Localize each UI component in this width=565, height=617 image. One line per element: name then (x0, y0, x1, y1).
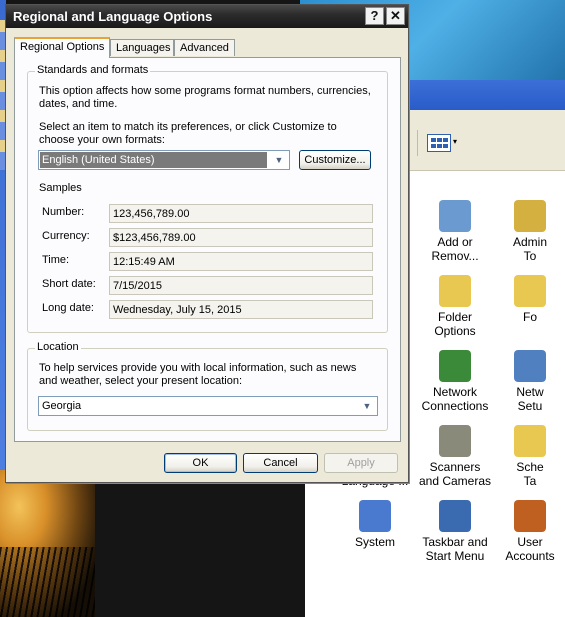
tab-regional-options[interactable]: Regional Options (14, 37, 110, 58)
control-panel-item-label: Admin To (512, 235, 547, 263)
sample-label-long-date: Long date: (42, 302, 94, 314)
control-panel-item-label: Taskbar and Start Menu (422, 535, 488, 563)
format-dropdown-value: English (United States) (42, 154, 155, 166)
admin-tools-icon (514, 200, 546, 232)
control-panel-item[interactable]: Admin To (492, 200, 565, 263)
toolbar-divider (417, 130, 418, 156)
standards-formats-group: Standards and formats This option affect… (27, 64, 388, 333)
location-description: To help services provide you with local … (39, 362, 357, 387)
close-button[interactable]: ✕ (386, 7, 405, 25)
scheduled-tasks-icon (514, 425, 546, 457)
add-remove-programs-icon (439, 200, 471, 232)
control-panel-item[interactable]: Folder Options (417, 275, 493, 338)
sample-short-date-field: 7/15/2015 (109, 276, 373, 295)
sample-currency-field: $123,456,789.00 (109, 228, 373, 247)
format-dropdown[interactable]: English (United States) ▼ (38, 150, 290, 170)
control-panel-item[interactable]: Network Connections (417, 350, 493, 413)
control-panel-item[interactable]: Sche Ta (492, 425, 565, 488)
cancel-button[interactable]: Cancel (243, 453, 318, 473)
scanners-cameras-icon (439, 425, 471, 457)
control-panel-item-label: Network Connections (421, 385, 489, 413)
regional-language-dialog: Regional and Language Options ? ✕ Region… (5, 4, 409, 483)
dialog-title: Regional and Language Options (13, 9, 213, 24)
control-panel-item-label: System (354, 535, 395, 549)
desktop-wallpaper-photo (0, 470, 95, 617)
chevron-down-icon[interactable]: ▼ (359, 398, 375, 414)
control-panel-item-label: Fo (522, 310, 537, 324)
sample-label-short-date: Short date: (42, 278, 96, 290)
control-panel-item[interactable]: Fo (492, 275, 565, 324)
control-panel-item[interactable]: System (337, 500, 413, 549)
control-panel-item[interactable]: Add or Remov... (417, 200, 493, 263)
system-icon (359, 500, 391, 532)
control-panel-item[interactable]: User Accounts (492, 500, 565, 563)
folder-options-icon (439, 275, 471, 307)
location-dropdown[interactable]: Georgia ▼ (38, 396, 378, 416)
control-panel-item-label: Scanners and Cameras (418, 460, 492, 488)
control-panel-item[interactable]: Scanners and Cameras (417, 425, 493, 488)
views-icon (427, 134, 451, 152)
network-connections-icon (439, 350, 471, 382)
dialog-titlebar[interactable]: Regional and Language Options ? ✕ (6, 5, 408, 28)
location-group-title: Location (35, 341, 81, 353)
location-group: Location To help services provide you wi… (27, 341, 388, 431)
regional-options-panel: Standards and formats This option affect… (14, 57, 401, 442)
samples-label: Samples (39, 182, 82, 194)
ok-button[interactable]: OK (164, 453, 237, 473)
control-panel-item-label: Sche Ta (516, 460, 544, 488)
customize-button[interactable]: Customize... (299, 150, 371, 170)
taskbar-start-menu-icon (439, 500, 471, 532)
sample-label-time: Time: (42, 254, 70, 266)
sample-label-currency: Currency: (42, 230, 90, 242)
location-dropdown-value: Georgia (42, 400, 82, 412)
help-button[interactable]: ? (365, 7, 384, 25)
control-panel-item[interactable]: Taskbar and Start Menu (417, 500, 493, 563)
chevron-down-icon: ▾ (453, 137, 458, 146)
tab-languages[interactable]: Languages (110, 39, 174, 56)
control-panel-item-label: Netw Setu (516, 385, 544, 413)
standards-description: This option affects how some programs fo… (39, 85, 371, 110)
fonts-folder-icon (514, 275, 546, 307)
sample-time-field: 12:15:49 AM (109, 252, 373, 271)
control-panel-item-label: User Accounts (505, 535, 555, 563)
network-setup-icon (514, 350, 546, 382)
sample-label-number: Number: (42, 206, 85, 218)
standards-group-title: Standards and formats (35, 64, 151, 76)
standards-select-prompt: Select an item to match its preferences,… (39, 121, 337, 146)
apply-button[interactable]: Apply (324, 453, 398, 473)
chevron-down-icon[interactable]: ▼ (271, 152, 287, 168)
user-accounts-icon (514, 500, 546, 532)
control-panel-item-label: Add or Remov... (431, 235, 479, 263)
sample-long-date-field: Wednesday, July 15, 2015 (109, 300, 373, 319)
views-button[interactable]: ▾ (423, 132, 463, 152)
control-panel-item[interactable]: Netw Setu (492, 350, 565, 413)
control-panel-item-label: Folder Options (434, 310, 476, 338)
tab-advanced[interactable]: Advanced (174, 39, 235, 56)
sample-number-field: 123,456,789.00 (109, 204, 373, 223)
